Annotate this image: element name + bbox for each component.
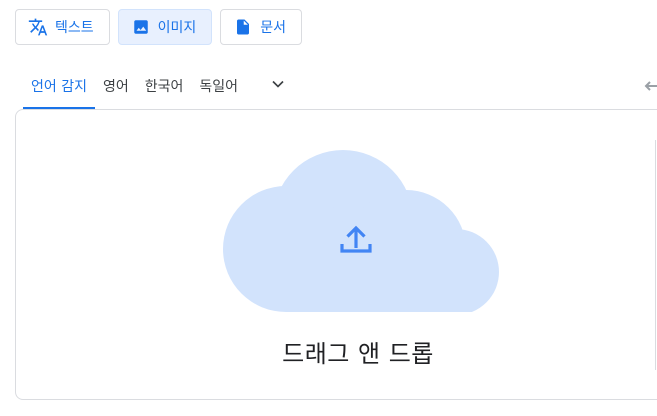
tab-label: 독일어 <box>199 78 239 95</box>
translate-image-page: 텍스트 이미지 문서 언어 감지 영어 한국어 독일어 드래그 앤 드롭 <box>0 0 657 416</box>
document-mode-button[interactable]: 문서 <box>220 9 303 45</box>
text-mode-button[interactable]: 텍스트 <box>15 9 110 45</box>
image-icon <box>131 17 151 37</box>
source-language-tabs: 언어 감지 영어 한국어 독일어 <box>23 62 296 109</box>
image-mode-label: 이미지 <box>157 20 197 36</box>
tab-label: 언어 감지 <box>31 78 87 95</box>
upload-arrow-icon <box>340 225 372 253</box>
divider <box>655 140 656 370</box>
tab-korean[interactable]: 한국어 <box>137 62 192 109</box>
swap-languages-icon[interactable] <box>644 78 657 94</box>
tab-label: 영어 <box>102 78 129 95</box>
tab-detect-language[interactable]: 언어 감지 <box>23 62 95 109</box>
tab-label: 한국어 <box>144 78 184 95</box>
tab-english[interactable]: 영어 <box>95 62 137 109</box>
chevron-down-icon <box>268 74 288 98</box>
more-languages-button[interactable] <box>260 62 296 109</box>
document-mode-label: 문서 <box>260 20 287 36</box>
text-mode-label: 텍스트 <box>55 20 94 36</box>
image-mode-button[interactable]: 이미지 <box>117 9 213 45</box>
mode-selector: 텍스트 이미지 문서 <box>15 9 303 45</box>
drop-instruction: 드래그 앤 드롭 <box>282 340 434 368</box>
translate-icon <box>28 17 48 37</box>
document-icon <box>233 17 253 37</box>
tab-german[interactable]: 독일어 <box>191 62 246 109</box>
